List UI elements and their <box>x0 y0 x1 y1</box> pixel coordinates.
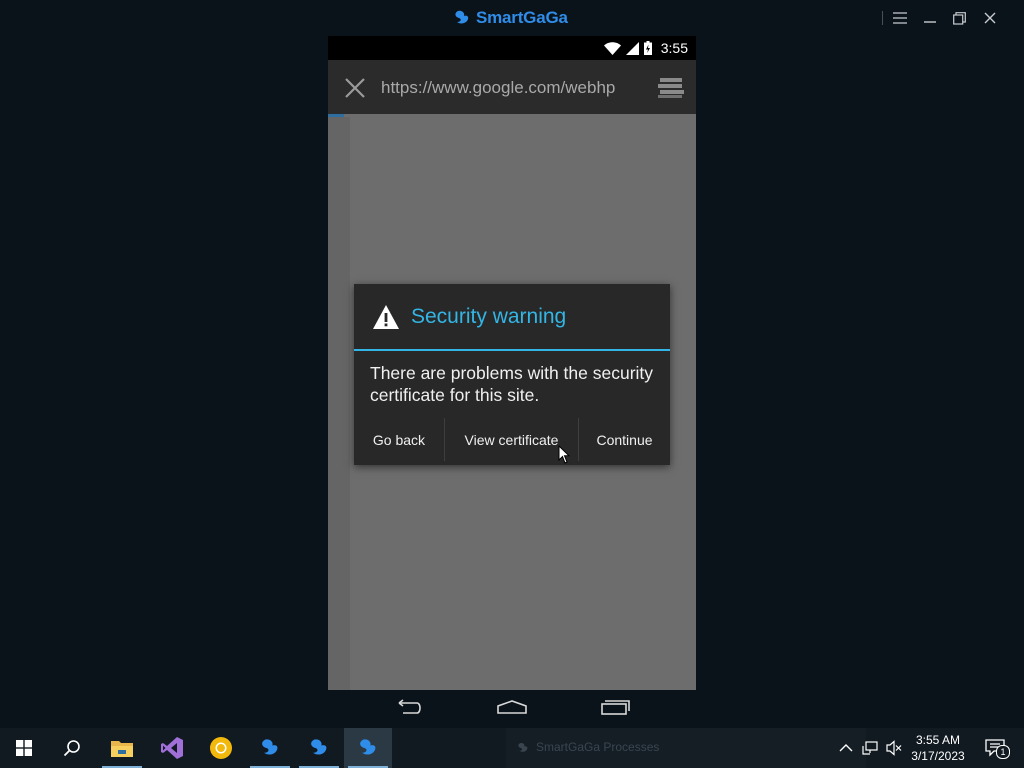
dialog-button-row: Go back View certificate Continue <box>354 414 670 465</box>
wifi-icon <box>604 41 621 55</box>
app-name: SmartGaGa <box>476 8 568 27</box>
windows-taskbar: SmartGaGa Processes 3:55 AM 3/17/2023 1 <box>0 728 1024 768</box>
url-field[interactable]: https://www.google.com/webhp <box>381 78 639 98</box>
mouse-cursor-icon <box>558 445 570 464</box>
volume-muted-icon[interactable] <box>886 740 902 756</box>
network-icon[interactable] <box>862 740 878 756</box>
warning-icon <box>373 305 399 329</box>
browser-url-bar: https://www.google.com/webhp <box>328 60 696 114</box>
back-icon[interactable] <box>393 697 427 717</box>
hamburger-icon[interactable] <box>891 9 909 27</box>
notification-count-badge: 1 <box>996 745 1010 759</box>
taskbar-clock[interactable]: 3:55 AM 3/17/2023 <box>904 732 972 764</box>
signal-icon <box>626 41 639 55</box>
dialog-title: Security warning <box>411 305 567 328</box>
dialog-message: There are problems with the security cer… <box>370 363 654 405</box>
android-status-bar: 3:55 <box>328 36 696 60</box>
clock-time: 3:55 AM <box>915 733 961 747</box>
dialog-divider <box>354 349 670 351</box>
notifications-icon[interactable]: 1 <box>984 739 1010 759</box>
dialog-header: Security warning <box>354 284 670 349</box>
close-icon[interactable] <box>344 77 366 99</box>
smartgaga-icon[interactable] <box>344 728 392 768</box>
chevron-up-icon[interactable] <box>838 740 854 756</box>
search-icon[interactable] <box>48 728 96 768</box>
clock-date: 3/17/2023 <box>911 749 965 763</box>
home-icon[interactable] <box>495 697 529 717</box>
restore-icon[interactable] <box>950 9 968 27</box>
notify-text: SmartGaGa Processes <box>536 740 660 754</box>
close-icon[interactable] <box>981 9 999 27</box>
smartgaga-icon[interactable] <box>246 728 294 768</box>
minimize-icon[interactable] <box>921 9 939 27</box>
status-time: 3:55 <box>660 40 688 56</box>
android-nav-bar <box>328 690 696 728</box>
tabs-menu-icon[interactable] <box>658 78 684 98</box>
emulator-titlebar: SmartGaGa <box>0 0 1024 36</box>
taskbar-notification-area: SmartGaGa Processes <box>506 728 866 768</box>
security-warning-dialog: Security warning There are problems with… <box>354 284 670 465</box>
visual-studio-icon[interactable] <box>148 728 196 768</box>
start-icon[interactable] <box>0 728 48 768</box>
continue-button[interactable]: Continue <box>579 414 670 465</box>
recent-apps-icon[interactable] <box>598 697 632 717</box>
go-back-button[interactable]: Go back <box>354 414 444 465</box>
smartgaga-icon <box>518 742 528 752</box>
battery-charging-icon <box>644 41 652 55</box>
smartgaga-icon[interactable] <box>295 728 343 768</box>
app-title: SmartGaGa <box>452 7 568 29</box>
file-explorer-icon[interactable] <box>98 728 146 768</box>
smartgaga-logo-icon <box>455 10 469 24</box>
chrome-icon[interactable] <box>197 728 245 768</box>
android-screen: 3:55 https://www.google.com/webhp Securi… <box>328 36 696 690</box>
page-content-edge <box>328 117 350 690</box>
titlebar-divider <box>882 11 883 25</box>
